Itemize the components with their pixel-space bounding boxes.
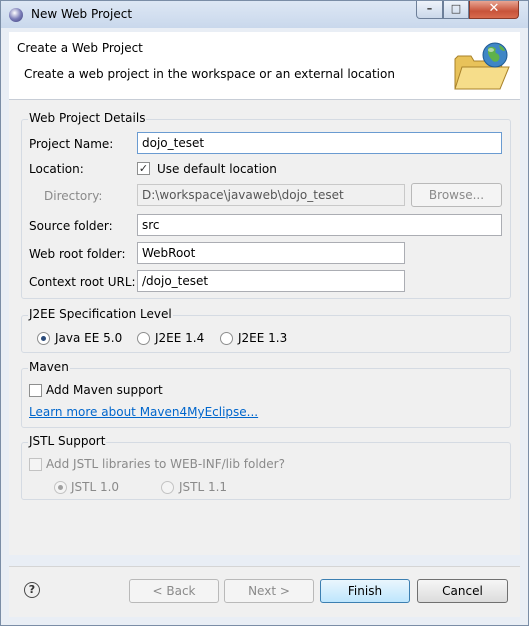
context-root-url-label: Context root URL: — [29, 275, 136, 289]
minimize-icon: – — [426, 2, 433, 15]
java-ee-5-label: Java EE 5.0 — [55, 331, 123, 345]
wizard-description: Create a web project in the workspace or… — [24, 67, 395, 81]
help-icon[interactable]: ? — [24, 582, 40, 598]
web-root-folder-label: Web root folder: — [29, 247, 126, 261]
web-root-folder-input[interactable]: WebRoot — [137, 242, 405, 264]
window-title: New Web Project — [31, 7, 133, 21]
jstl-support-group: JSTL Support Add JSTL libraries to WEB-I… — [21, 434, 511, 500]
add-jstl-libraries-label: Add JSTL libraries to WEB-INF/lib folder… — [46, 457, 285, 471]
j2ee-specification-group: J2EE Specification Level Java EE 5.0 J2E… — [21, 307, 511, 353]
group-legend: Web Project Details — [28, 111, 147, 125]
cancel-button[interactable]: Cancel — [417, 579, 508, 603]
close-icon: ✕ — [488, 1, 500, 16]
maximize-button[interactable]: □ — [443, 1, 469, 19]
location-label: Location: — [29, 162, 84, 176]
jstl-1-1-label: JSTL 1.1 — [179, 480, 228, 494]
add-jstl-libraries-checkbox[interactable] — [29, 458, 42, 471]
group-legend: JSTL Support — [28, 434, 107, 448]
j2ee-1-3-radio[interactable] — [220, 332, 233, 345]
back-button[interactable]: < Back — [129, 579, 219, 603]
next-button[interactable]: Next > — [224, 579, 314, 603]
j2ee-1-4-label: J2EE 1.4 — [155, 331, 205, 345]
context-root-url-input[interactable]: /dojo_teset — [137, 270, 405, 292]
jstl-1-0-radio[interactable] — [54, 481, 67, 494]
close-button[interactable]: ✕ — [469, 1, 519, 19]
wizard-title: Create a Web Project — [17, 41, 143, 55]
finish-button[interactable]: Finish — [320, 579, 410, 603]
j2ee-1-4-radio[interactable] — [137, 332, 150, 345]
use-default-location-label: Use default location — [157, 162, 277, 176]
use-default-location-checkbox[interactable]: ✓ — [137, 162, 150, 175]
project-name-label: Project Name: — [29, 137, 114, 151]
maven-group: Maven Add Maven support Learn more about… — [21, 360, 511, 428]
group-legend: J2EE Specification Level — [28, 307, 173, 321]
browse-button[interactable]: Browse... — [411, 183, 502, 207]
title-bar[interactable]: New Web Project – □ ✕ — [1, 1, 528, 28]
web-project-details-group: Web Project Details Project Name: dojo_t… — [21, 111, 511, 299]
java-ee-5-radio[interactable] — [37, 332, 50, 345]
directory-label: Directory: — [44, 189, 103, 203]
minimize-button[interactable]: – — [416, 1, 443, 19]
add-maven-support-label: Add Maven support — [46, 383, 163, 397]
web-project-folder-globe-icon — [454, 42, 510, 90]
project-name-input[interactable]: dojo_teset — [137, 132, 502, 154]
source-folder-label: Source folder: — [29, 219, 113, 233]
directory-input[interactable]: D:\workspace\javaweb\dojo_teset — [137, 184, 405, 206]
wizard-footer: ? < Back Next > Finish Cancel — [9, 566, 520, 617]
source-folder-input[interactable]: src — [137, 214, 502, 236]
learn-more-maven-link[interactable]: Learn more about Maven4MyEclipse... — [29, 405, 258, 419]
jstl-1-0-label: JSTL 1.0 — [71, 480, 120, 494]
wizard-body: Web Project Details Project Name: dojo_t… — [9, 100, 520, 555]
j2ee-1-3-label: J2EE 1.3 — [238, 331, 288, 345]
new-web-project-dialog: New Web Project – □ ✕ Create a Web Proje… — [0, 0, 529, 626]
wizard-header: Create a Web Project Create a web projec… — [9, 32, 520, 100]
group-legend: Maven — [28, 360, 70, 374]
app-icon — [9, 8, 23, 22]
jstl-1-1-radio[interactable] — [161, 481, 174, 494]
add-maven-support-checkbox[interactable] — [29, 384, 42, 397]
radio-selected-dot — [41, 336, 46, 341]
radio-selected-dot — [58, 485, 63, 490]
maximize-icon: □ — [450, 2, 462, 15]
